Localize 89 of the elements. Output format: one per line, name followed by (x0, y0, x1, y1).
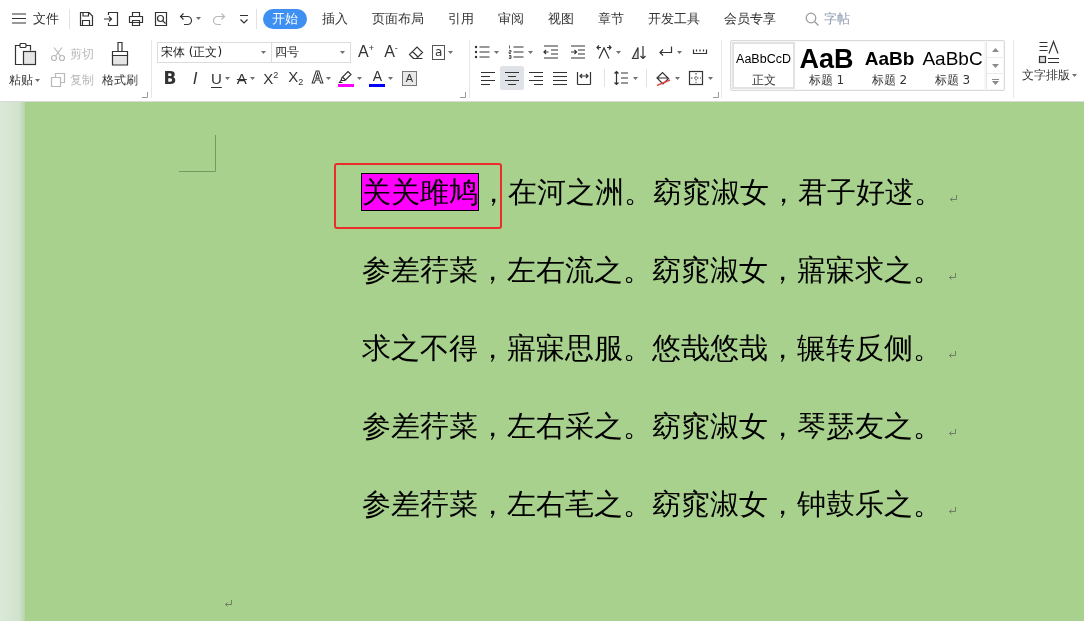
caret-icon (677, 50, 682, 54)
justify-icon (552, 70, 568, 86)
outdent-icon (543, 44, 559, 60)
paragraph-text: 参差荇菜，左右采之。窈窕淑女，琴瑟友之。 (362, 410, 942, 442)
caret-icon (196, 17, 201, 20)
paint-bucket-icon (655, 70, 671, 86)
font-name-dropdown[interactable]: 宋体 (正文) (157, 41, 272, 63)
sort-icon (631, 44, 647, 60)
ribbon-tab[interactable]: 插入 (313, 8, 357, 29)
ribbon-tab[interactable]: 审阅 (489, 8, 533, 29)
numbered-list-icon (508, 44, 524, 60)
more-styles-icon (991, 78, 999, 85)
caret-icon (340, 50, 345, 54)
superscript-button[interactable]: X$^{2}$ (261, 66, 280, 90)
search-field[interactable]: 字帖 (824, 9, 854, 28)
style-item[interactable]: AaB 标题 1 (795, 42, 858, 89)
enclose-character-button[interactable]: a (432, 40, 454, 64)
style-item[interactable]: AaBb 标题 2 (858, 42, 921, 89)
caret-icon (528, 50, 533, 54)
copy-icon (50, 72, 66, 88)
redo-icon (210, 10, 227, 27)
border-grid-icon (688, 70, 704, 86)
paragraph-text: ，在河之洲。窈窕淑女，君子好逑。 (479, 176, 943, 208)
caret-icon (675, 76, 680, 80)
align-center-button[interactable] (500, 66, 524, 90)
ribbon-tab[interactable]: 视图 (539, 8, 583, 29)
ribbon-tab[interactable]: 会员专享 (715, 8, 785, 29)
caret-icon (616, 50, 621, 54)
italic-button[interactable]: I (186, 66, 204, 90)
caret-icon (708, 76, 713, 80)
paintbrush-icon (109, 41, 131, 67)
align-right-icon (528, 70, 544, 86)
bold-button[interactable]: B (161, 66, 179, 90)
grow-font-button[interactable]: A$^{+}$ (357, 40, 375, 64)
distribute-icon (576, 70, 592, 86)
indent-icon (570, 44, 586, 60)
search-icon (805, 11, 819, 26)
font-color-button[interactable]: A (369, 66, 394, 90)
scroll-down-icon (991, 63, 999, 68)
eraser-icon (408, 44, 424, 60)
page-magnifier-icon (152, 10, 169, 27)
menu-icon (12, 13, 26, 24)
shrink-font-button[interactable]: A$^{-}$ (382, 40, 400, 64)
ribbon-tab[interactable]: 引用 (439, 8, 483, 29)
page-arrow-icon (102, 10, 119, 27)
ribbon-tab[interactable]: 章节 (589, 8, 633, 29)
dialog-launcher-icon[interactable] (460, 92, 466, 98)
ribbon-tab[interactable]: 页面布局 (363, 8, 433, 29)
dialog-launcher-icon[interactable] (713, 92, 719, 98)
printer-icon (127, 10, 144, 27)
scissors-icon (50, 46, 66, 62)
text-layout-icon (1038, 40, 1060, 64)
caret-icon (633, 76, 638, 80)
caret-icon (1071, 74, 1077, 77)
line-spacing-icon (613, 70, 629, 86)
paragraph-text: 参差荇菜，左右芼之。窈窕淑女，钟鼓乐之。 (362, 488, 942, 520)
align-left-icon (480, 70, 496, 86)
highlighter-icon (338, 69, 355, 83)
paragraph-text: 参差荇菜，左右流之。窈窕淑女，寤寐求之。 (362, 254, 942, 286)
peak-arrows-icon (596, 44, 612, 60)
bulleted-list-icon (474, 44, 490, 60)
caret-icon (357, 76, 363, 80)
paste-button[interactable]: 粘贴 (5, 37, 44, 99)
underline-button[interactable]: U (211, 66, 230, 90)
dialog-launcher-icon[interactable] (142, 92, 148, 98)
font-size-dropdown[interactable]: 四号 (271, 41, 351, 63)
caret-icon (448, 50, 454, 54)
caret-icon (261, 50, 266, 54)
text-layout-button[interactable]: 文字排版 (1017, 37, 1081, 99)
highlighted-text: 关关雎鸠 (361, 173, 479, 211)
caret-icon (224, 76, 230, 80)
caret-icon (249, 76, 255, 80)
caret-icon (494, 50, 499, 54)
paragraph-text: 求之不得，寤寐思服。悠哉悠哉，辗转反侧。 (362, 332, 942, 364)
file-menu-button[interactable]: 文件 (10, 6, 61, 31)
undo-icon (178, 10, 194, 27)
format-painter-button[interactable]: 格式刷 (98, 37, 142, 99)
ribbon-tab[interactable]: 开发工具 (639, 8, 709, 29)
caret-icon (326, 76, 332, 80)
strikethrough-button[interactable]: A (236, 66, 255, 90)
subscript-button[interactable]: X$_{2}$ (286, 66, 305, 90)
scroll-up-icon (991, 47, 999, 52)
caret-icon (388, 76, 394, 80)
save-icon (77, 10, 94, 27)
style-item[interactable]: AaBbC 标题 3 (921, 42, 984, 89)
style-item[interactable]: AaBbCcD 正文 (732, 42, 795, 89)
caret-icon (35, 79, 40, 82)
corner-mark-icon (179, 135, 216, 172)
align-center-icon (504, 70, 520, 86)
